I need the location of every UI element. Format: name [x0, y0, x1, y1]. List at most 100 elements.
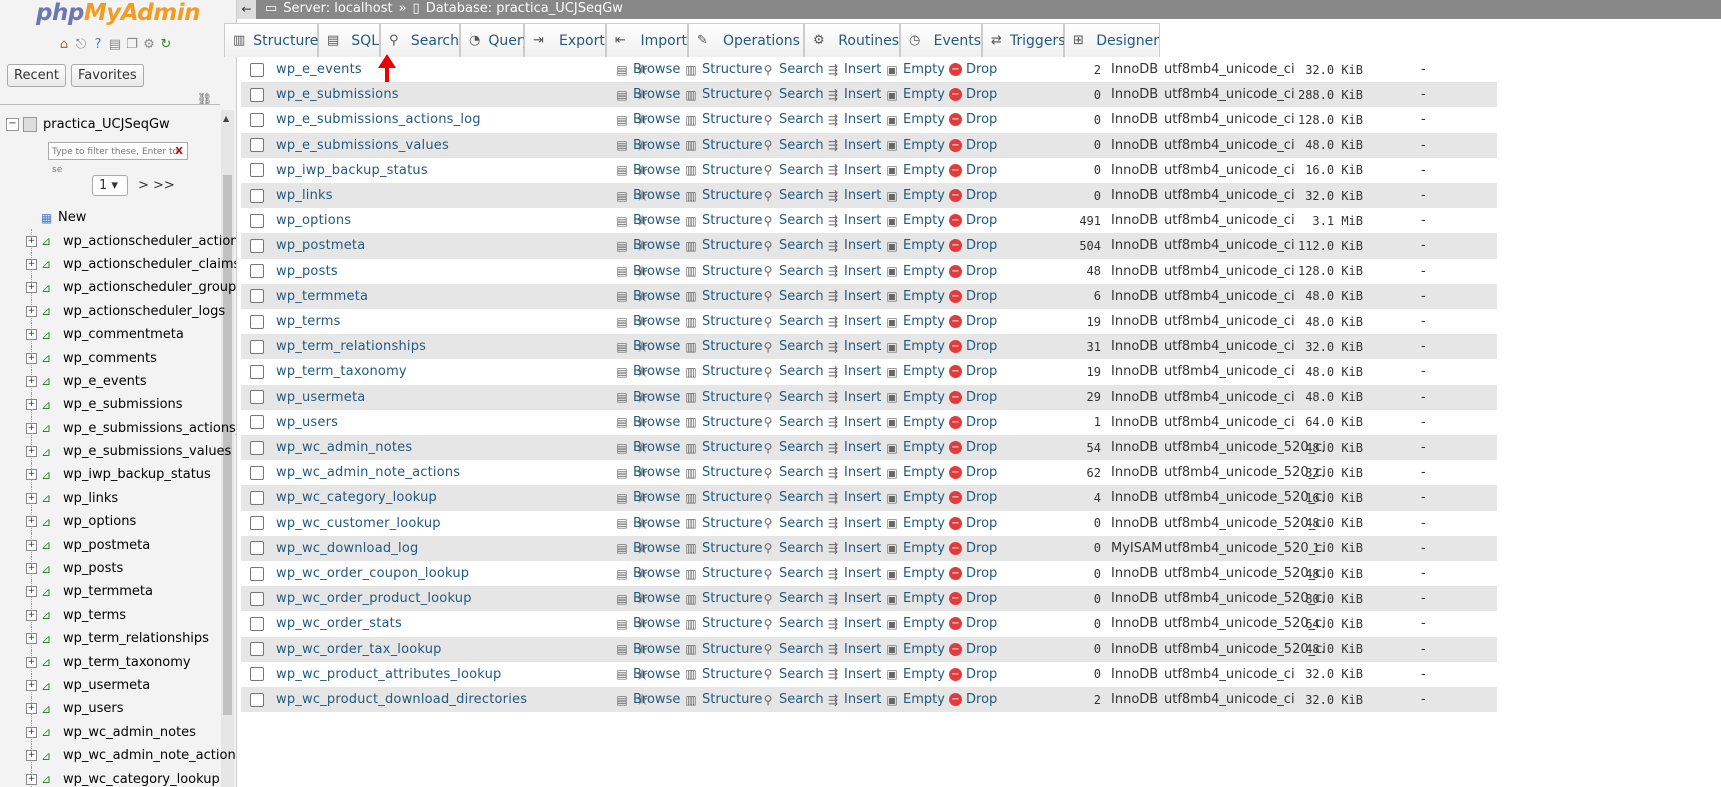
tree-table-item[interactable]: + ⊿ wp_usermeta: [0, 673, 220, 698]
drop-action-link[interactable]: − Drop: [949, 616, 997, 631]
search-action-link[interactable]: ⚲ Search: [761, 566, 824, 581]
breadcrumb-server[interactable]: Server: localhost: [283, 1, 392, 16]
tree-table-item[interactable]: + ⊿ wp_actionscheduler_logs: [0, 299, 225, 323]
table-name-link[interactable]: wp_termmeta: [276, 289, 368, 304]
drop-action-link[interactable]: − Drop: [949, 238, 997, 253]
browse-action-link[interactable]: ▤ Browse: [615, 289, 680, 304]
insert-action-link[interactable]: ⇶ Insert: [826, 339, 881, 354]
search-action-link[interactable]: ⚲ Search: [761, 465, 824, 480]
search-action-link[interactable]: ⚲ Search: [761, 163, 824, 178]
browse-action-link[interactable]: ▤ Browse: [615, 465, 680, 480]
tree-table-item[interactable]: + ⊿ wp_e_events: [0, 369, 220, 394]
structure-action-link[interactable]: ▥ Structure: [684, 516, 762, 531]
tab-structure[interactable]: ▥ Structure: [224, 23, 318, 57]
insert-action-link[interactable]: ⇶ Insert: [826, 364, 881, 379]
table-name-link[interactable]: wp_wc_admin_note_actions: [276, 465, 460, 480]
table-name-link[interactable]: wp_wc_order_stats: [276, 616, 402, 631]
table-name-link[interactable]: wp_options: [276, 213, 351, 228]
tree-table-item[interactable]: + ⊿ wp_posts: [0, 556, 220, 581]
structure-action-link[interactable]: ▥ Structure: [684, 440, 762, 455]
table-name-link[interactable]: wp_term_taxonomy: [276, 364, 407, 379]
row-checkbox[interactable]: [250, 314, 264, 329]
tab-search[interactable]: ⚲ Search: [380, 23, 460, 57]
tree-table-label[interactable]: wp_term_relationships: [63, 631, 209, 646]
expand-icon[interactable]: +: [26, 469, 37, 481]
search-action-link[interactable]: ⚲ Search: [761, 591, 824, 606]
table-name-link[interactable]: wp_e_submissions: [276, 87, 399, 102]
drop-action-link[interactable]: − Drop: [949, 541, 997, 556]
tree-table-label[interactable]: wp_wc_category_lookup: [63, 772, 220, 787]
search-action-link[interactable]: ⚲ Search: [761, 62, 824, 77]
drop-action-link[interactable]: − Drop: [949, 591, 997, 606]
insert-action-link[interactable]: ⇶ Insert: [826, 490, 881, 505]
tree-new-item[interactable]: ▦ New: [0, 206, 220, 229]
table-name-link[interactable]: wp_users: [276, 415, 338, 430]
row-checkbox[interactable]: [250, 163, 264, 178]
table-name-link[interactable]: wp_posts: [276, 264, 338, 279]
expand-icon[interactable]: +: [26, 680, 37, 691]
back-arrow-icon[interactable]: ←: [237, 0, 256, 19]
expand-icon[interactable]: +: [26, 352, 37, 364]
insert-action-link[interactable]: ⇶ Insert: [826, 188, 881, 203]
row-checkbox[interactable]: [250, 642, 264, 657]
browse-action-link[interactable]: ▤ Browse: [615, 87, 680, 102]
expand-icon[interactable]: +: [26, 375, 37, 387]
expand-icon[interactable]: +: [26, 703, 37, 715]
browse-action-link[interactable]: ▤ Browse: [615, 238, 680, 253]
browse-action-link[interactable]: ▤ Browse: [615, 541, 680, 556]
gear-icon[interactable]: ⚙: [142, 38, 156, 52]
browse-action-link[interactable]: ▤ Browse: [615, 591, 680, 606]
drop-action-link[interactable]: − Drop: [949, 87, 997, 102]
new-label[interactable]: New: [58, 210, 86, 225]
structure-action-link[interactable]: ▥ Structure: [684, 490, 762, 505]
structure-action-link[interactable]: ▥ Structure: [684, 213, 762, 228]
tree-table-label[interactable]: wp_links: [63, 491, 118, 506]
tree-table-item[interactable]: + ⊿ wp_e_submissions_actions_log: [0, 416, 236, 440]
tab-events[interactable]: ◷ Events: [900, 23, 982, 57]
structure-action-link[interactable]: ▥ Structure: [684, 415, 762, 430]
tree-table-label[interactable]: wp_wc_admin_notes: [63, 725, 196, 740]
row-checkbox[interactable]: [250, 591, 264, 606]
structure-action-link[interactable]: ▥ Structure: [684, 163, 762, 178]
structure-action-link[interactable]: ▥ Structure: [684, 692, 762, 707]
search-action-link[interactable]: ⚲ Search: [761, 490, 824, 505]
insert-action-link[interactable]: ⇶ Insert: [826, 238, 881, 253]
structure-action-link[interactable]: ▥ Structure: [684, 314, 762, 329]
expand-icon[interactable]: +: [26, 563, 37, 575]
browse-action-link[interactable]: ▤ Browse: [615, 516, 680, 531]
drop-action-link[interactable]: − Drop: [949, 213, 997, 228]
tree-table-item[interactable]: + ⊿ wp_term_taxonomy: [0, 650, 220, 674]
expand-icon[interactable]: +: [26, 609, 37, 621]
browse-action-link[interactable]: ▤ Browse: [615, 62, 680, 77]
insert-action-link[interactable]: ⇶ Insert: [826, 415, 881, 430]
insert-action-link[interactable]: ⇶ Insert: [826, 566, 881, 581]
structure-action-link[interactable]: ▥ Structure: [684, 87, 762, 102]
tree-table-item[interactable]: + ⊿ wp_commentmeta: [0, 322, 220, 347]
tab-triggers[interactable]: ⇄ Triggers: [982, 23, 1065, 57]
empty-action-link[interactable]: ▣ Empty: [885, 516, 945, 531]
row-checkbox[interactable]: [250, 667, 264, 682]
tab-import[interactable]: ⇤ Import: [606, 23, 688, 57]
empty-action-link[interactable]: ▣ Empty: [885, 188, 945, 203]
browse-action-link[interactable]: ▤ Browse: [615, 490, 680, 505]
row-checkbox[interactable]: [250, 138, 264, 153]
tree-table-item[interactable]: + ⊿ wp_comments: [0, 346, 220, 370]
drop-action-link[interactable]: − Drop: [949, 112, 997, 127]
expand-icon[interactable]: +: [26, 516, 37, 528]
insert-action-link[interactable]: ⇶ Insert: [826, 642, 881, 657]
expand-icon[interactable]: +: [26, 399, 37, 411]
phpmyadmin-logo[interactable]: phpMyAdmin: [36, 0, 200, 26]
empty-action-link[interactable]: ▣ Empty: [885, 591, 945, 606]
row-checkbox[interactable]: [250, 566, 264, 581]
next-page-link[interactable]: > >>: [138, 178, 175, 193]
browse-action-link[interactable]: ▤ Browse: [615, 339, 680, 354]
row-checkbox[interactable]: [250, 238, 264, 253]
drop-action-link[interactable]: − Drop: [949, 163, 997, 178]
tab-designer[interactable]: ⊞ Designer: [1064, 23, 1160, 57]
row-checkbox[interactable]: [250, 289, 264, 304]
row-checkbox[interactable]: [250, 213, 264, 228]
help-icon[interactable]: ?: [91, 38, 105, 52]
empty-action-link[interactable]: ▣ Empty: [885, 238, 945, 253]
search-action-link[interactable]: ⚲ Search: [761, 390, 824, 405]
search-action-link[interactable]: ⚲ Search: [761, 440, 824, 455]
